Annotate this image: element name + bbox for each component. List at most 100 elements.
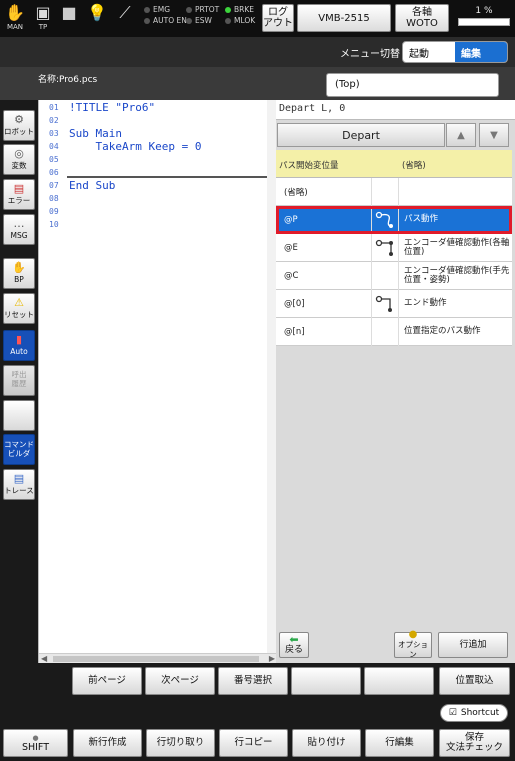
line-number: 09 xyxy=(49,207,59,216)
table-row[interactable]: (省略) xyxy=(276,177,512,206)
line-number: 05 xyxy=(49,155,59,164)
horizontal-scrollbar[interactable]: ◀ ▶ xyxy=(39,653,277,663)
man-icon[interactable]: ✋ MAN xyxy=(2,3,28,35)
shift-button[interactable]: ● SHIFT xyxy=(3,729,68,757)
parameter-table: パス開始変位量 (省略) (省略) @P パス動作 @E エンコーダ値確認動作(… xyxy=(276,150,512,346)
logout-button[interactable]: ログ アウト xyxy=(262,4,294,32)
reset-label: リセット xyxy=(4,310,34,319)
option-button[interactable]: ● オプション xyxy=(394,629,432,659)
arrow-up-icon: ▲ xyxy=(457,129,465,141)
code-line[interactable]: Sub Main xyxy=(69,127,122,140)
table-row[interactable]: @[0] エンド動作 xyxy=(276,289,512,318)
tp-icon[interactable]: ▣ TP xyxy=(30,3,56,35)
menu-switch-label: メニュー切替 xyxy=(340,49,400,60)
edit-mode-tab[interactable]: 編集 xyxy=(455,42,507,62)
back-button[interactable]: ⬅ 戻る xyxy=(279,632,309,658)
run-mode-tab[interactable]: 起動 xyxy=(403,42,455,62)
new-line-button[interactable]: 新行作成 xyxy=(73,729,142,757)
command-builder-button[interactable]: コマンド ビルダ xyxy=(3,434,35,465)
model-button[interactable]: VMB-2515 xyxy=(297,4,391,32)
msg-label: MSG xyxy=(10,231,28,240)
row-description: パス動作 xyxy=(404,214,439,224)
left-sidebar: ⚙ ロボット ◎ 変数 ▤ エラー … MSG ✋ BP ⚠ リセット ▮ Auto 呼出 履… xyxy=(0,100,38,761)
code-line[interactable]: TakeArm Keep = 0 xyxy=(69,140,201,153)
row-value: (省略) xyxy=(284,187,308,198)
back-arrow-icon: ⬅ xyxy=(289,633,299,646)
row-value: @[0] xyxy=(284,298,305,309)
table-row[interactable]: @[n] 位置指定のパス動作 xyxy=(276,317,512,346)
scroll-thumb[interactable] xyxy=(53,656,259,662)
status-brke: BRKE xyxy=(234,5,255,14)
paste-button[interactable]: 貼り付け xyxy=(292,729,361,757)
arrow-down-icon: ▼ xyxy=(490,129,498,141)
shortcut-button[interactable]: ☑ Shortcut xyxy=(440,704,508,722)
speed-indicator[interactable]: 1 % xyxy=(458,6,510,30)
next-page-button[interactable]: 次ページ xyxy=(145,667,215,695)
prev-page-button[interactable]: 前ページ xyxy=(72,667,142,695)
option-icon: ● xyxy=(408,629,418,640)
table-row[interactable]: @E エンコーダ値確認動作(各軸位置) xyxy=(276,233,512,262)
line-number: 02 xyxy=(49,116,59,125)
header-path-start: パス開始変位量 xyxy=(279,161,339,171)
cut-line-button[interactable]: 行切り取り xyxy=(146,729,215,757)
bp-button[interactable]: ✋ BP xyxy=(3,258,35,289)
path-motion-icon xyxy=(375,211,393,228)
shift-label: SHIFT xyxy=(21,742,50,753)
move-down-button[interactable]: ▼ xyxy=(479,123,509,147)
row-description: 位置指定のパス動作 xyxy=(404,326,481,336)
line-number: 07 xyxy=(49,181,59,190)
blank-button[interactable] xyxy=(3,400,35,431)
auto-button[interactable]: ▮ Auto xyxy=(3,330,35,361)
table-row-selected[interactable]: @P パス動作 xyxy=(276,205,512,234)
move-up-button[interactable]: ▲ xyxy=(446,123,476,147)
status-mlok: MLOK xyxy=(234,16,256,25)
auto-icon: ▮ xyxy=(15,333,23,346)
save-syntax-check-button[interactable]: 保存 文法チェック xyxy=(439,729,510,757)
msg-button[interactable]: … MSG xyxy=(3,214,35,245)
depart-button[interactable]: Depart xyxy=(277,123,445,147)
tool-icon[interactable]: ⟋ xyxy=(112,3,138,35)
copy-line-button[interactable]: 行コピー xyxy=(219,729,288,757)
scroll-left-icon[interactable]: ◀ xyxy=(41,654,47,663)
table-row[interactable]: @C エンコーダ値確認動作(手先位置・姿勢) xyxy=(276,261,512,290)
variable-button[interactable]: ◎ 変数 xyxy=(3,144,35,175)
stop-square-icon[interactable]: ■ xyxy=(56,3,82,35)
shortcut-bar: ☑ Shortcut xyxy=(0,699,515,725)
blank-button-1[interactable] xyxy=(291,667,361,695)
program-editor[interactable]: 01 02 03 04 05 06 07 08 09 10 !TITLE "Pr… xyxy=(38,100,277,663)
status-emg: EMG xyxy=(153,5,171,14)
reset-button[interactable]: ⚠ リセット xyxy=(3,293,35,324)
robot-button[interactable]: ⚙ ロボット xyxy=(3,110,35,141)
mode-switch[interactable]: 起動 編集 xyxy=(402,41,508,63)
axis-button[interactable]: 各軸 WOTO xyxy=(395,4,449,32)
top-bar: ✋ MAN ▣ TP ■ 💡 ⟋ EMG AUTO EN PRTOT ESW BRK… xyxy=(0,0,515,37)
hand-icon: ✋ xyxy=(12,261,26,274)
message-icon: … xyxy=(13,217,25,230)
command-builder-label: コマンド ビルダ xyxy=(4,440,34,458)
scroll-right-icon[interactable]: ▶ xyxy=(269,654,275,663)
trace-button[interactable]: ▤ トレース xyxy=(3,469,35,500)
name-bar: 名称:Pro6.pcs (Top) xyxy=(0,67,515,100)
row-value: @[n] xyxy=(284,326,305,337)
status-auto-en: AUTO EN xyxy=(153,16,187,25)
status-esw: ESW xyxy=(195,16,212,25)
blank-button-2[interactable] xyxy=(364,667,434,695)
code-line[interactable]: !TITLE "Pro6" xyxy=(69,101,155,114)
history-button[interactable]: 呼出 履歴 xyxy=(3,365,35,396)
scope-selector[interactable]: (Top) xyxy=(326,73,499,97)
number-select-button[interactable]: 番号選択 xyxy=(218,667,288,695)
back-label: 戻る xyxy=(284,645,303,655)
line-number: 04 xyxy=(49,142,59,151)
edit-line-button[interactable]: 行編集 xyxy=(365,729,434,757)
header-icon xyxy=(371,150,399,177)
error-button[interactable]: ▤ エラー xyxy=(3,179,35,210)
position-capture-button[interactable]: 位置取込 xyxy=(439,667,510,695)
add-line-button[interactable]: 行追加 xyxy=(438,632,508,658)
command-builder-panel: Depart L, 0 Depart ▲ ▼ パス開始変位量 (省略) (省略)… xyxy=(276,100,515,663)
status-col-2: PRTOT ESW xyxy=(186,4,219,26)
code-line[interactable]: End Sub xyxy=(69,179,115,192)
shortcut-icon: ☑ xyxy=(448,708,457,718)
row-description: エンコーダ値確認動作(各軸位置) xyxy=(404,237,510,257)
status-col-1: EMG AUTO EN xyxy=(144,4,187,26)
bulb-icon[interactable]: 💡 xyxy=(84,3,110,35)
